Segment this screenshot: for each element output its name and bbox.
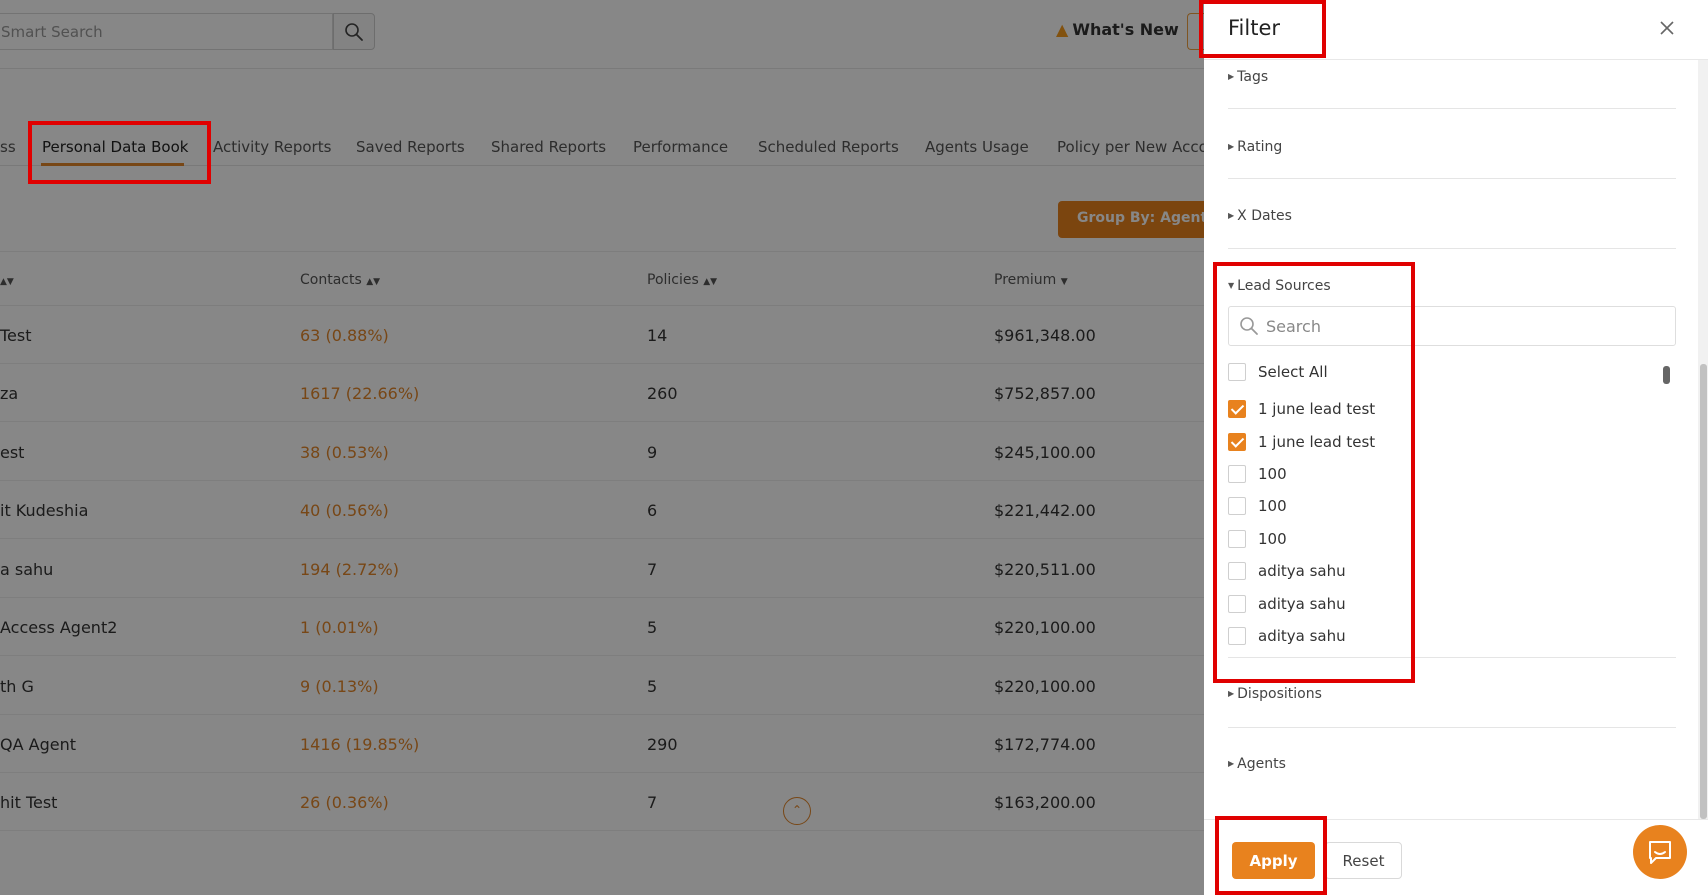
caret-right-icon: ▶ [1228, 72, 1235, 81]
section-label-dispositions: Dispositions [1237, 686, 1322, 702]
section-label-lead-sources: Lead Sources [1237, 278, 1331, 294]
lead-source-option-select-all[interactable]: Select All [1228, 361, 1328, 383]
lead-source-option[interactable]: aditya sahu [1228, 593, 1346, 615]
checkbox[interactable] [1228, 627, 1246, 645]
caret-down-icon: ▼ [1228, 281, 1235, 290]
lead-source-option[interactable]: 100 [1228, 463, 1287, 485]
reset-button[interactable]: Reset [1325, 842, 1402, 879]
filter-scrollbar[interactable] [1700, 364, 1707, 819]
filter-section-dispositions[interactable]: ▶ Dispositions [1228, 658, 1676, 728]
checkbox[interactable] [1228, 465, 1246, 483]
search-icon [1240, 317, 1258, 335]
filter-section-rating[interactable]: ▶ Rating [1228, 109, 1676, 179]
lead-sources-toggle[interactable]: ▼ Lead Sources [1228, 278, 1331, 294]
checkbox[interactable] [1228, 497, 1246, 515]
chat-launcher-button[interactable] [1633, 825, 1687, 879]
lead-source-option[interactable]: 100 [1228, 495, 1287, 517]
caret-right-icon: ▶ [1228, 211, 1235, 220]
lead-sources-search-input[interactable] [1266, 315, 1656, 337]
caret-right-icon: ▶ [1228, 759, 1235, 768]
section-label-agents: Agents [1237, 756, 1286, 772]
section-label-x-dates: X Dates [1237, 208, 1292, 224]
checkbox[interactable] [1228, 363, 1246, 381]
apply-button[interactable]: Apply [1232, 842, 1315, 879]
close-filter-button[interactable] [1655, 16, 1679, 40]
checkbox[interactable] [1228, 595, 1246, 613]
checkbox-checked[interactable] [1228, 400, 1246, 418]
lead-source-option[interactable]: 1 june lead test [1228, 431, 1375, 453]
section-label-rating: Rating [1237, 139, 1283, 155]
close-icon [1660, 21, 1674, 35]
lead-source-option[interactable]: aditya sahu [1228, 560, 1346, 582]
caret-right-icon: ▶ [1228, 142, 1235, 151]
lead-source-option[interactable]: 100 [1228, 528, 1287, 550]
section-label-tags: Tags [1237, 69, 1269, 85]
lead-sources-search [1228, 306, 1676, 346]
filter-section-tags[interactable]: ▶ Tags [1228, 60, 1676, 109]
filter-section-agents[interactable]: ▶ Agents [1228, 728, 1676, 788]
filter-section-x-dates[interactable]: ▶ X Dates [1228, 179, 1676, 249]
lead-sources-scrollbar[interactable] [1663, 366, 1670, 384]
filter-panel: Filter ▶ Tags ▶ Rating ▶ X Dates ▼ Lead Sour… [1204, 0, 1708, 895]
filter-footer: Apply Reset [1204, 819, 1708, 895]
checkbox[interactable] [1228, 562, 1246, 580]
filter-header: Filter [1204, 0, 1708, 60]
lead-source-option[interactable]: aditya sahu [1228, 625, 1346, 647]
checkbox[interactable] [1228, 530, 1246, 548]
checkbox-checked[interactable] [1228, 433, 1246, 451]
chat-icon [1649, 841, 1671, 864]
lead-source-option[interactable]: 1 june lead test [1228, 398, 1375, 420]
caret-right-icon: ▶ [1228, 689, 1235, 698]
filter-title: Filter [1228, 16, 1281, 40]
